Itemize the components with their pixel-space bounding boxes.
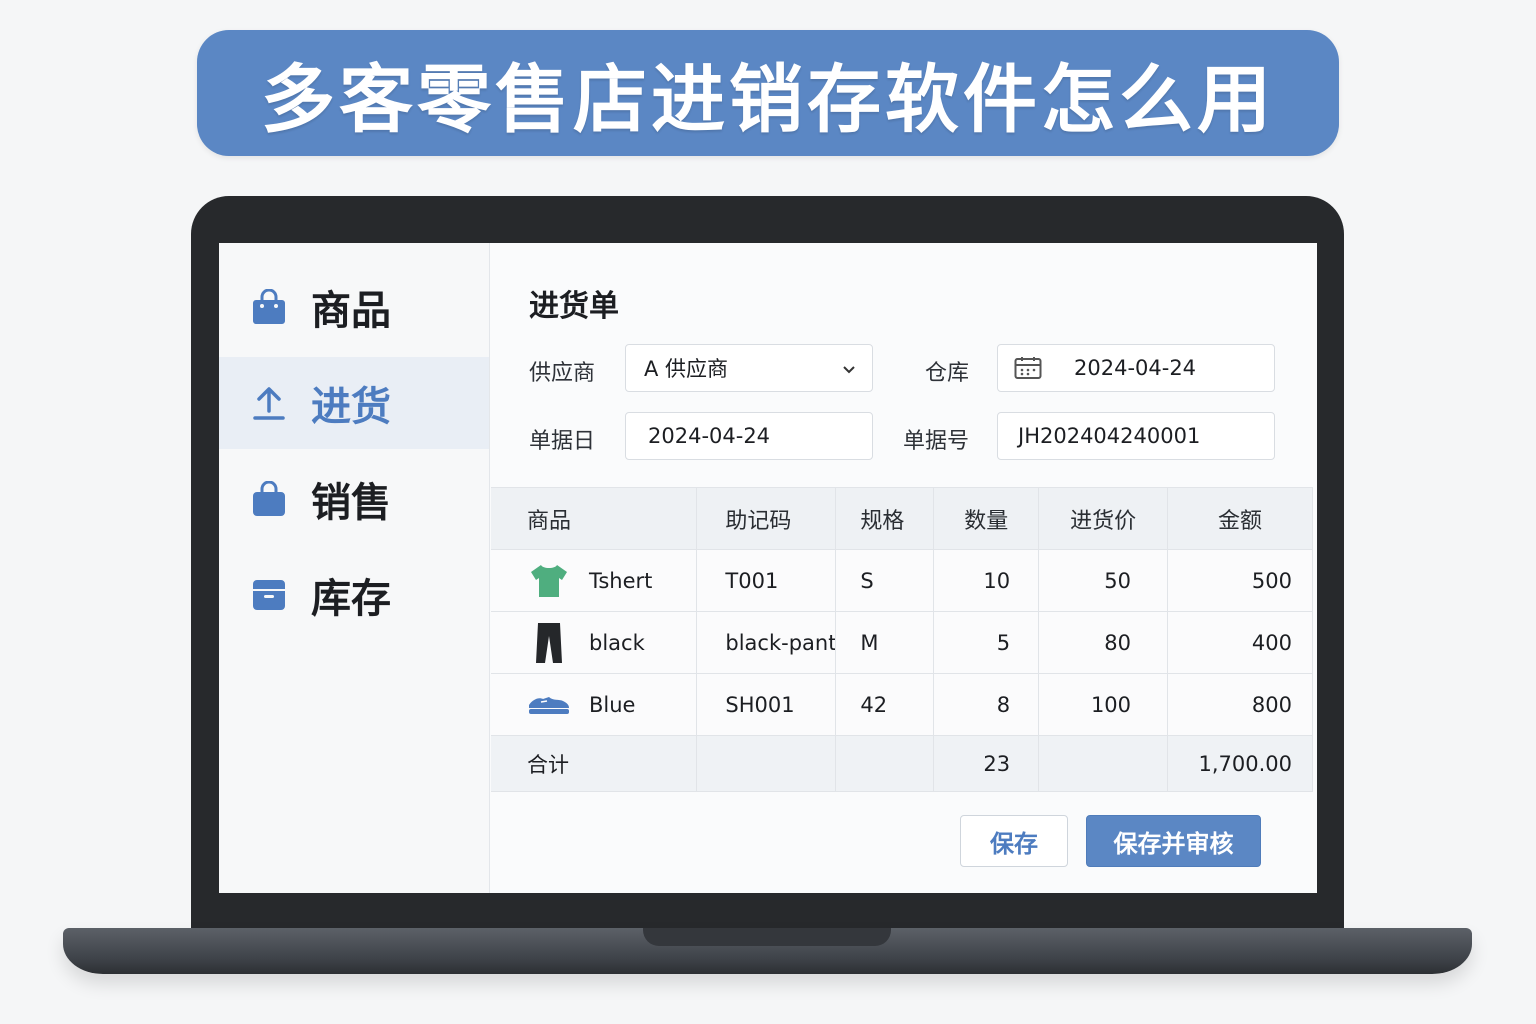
save-button[interactable]: 保存	[960, 815, 1068, 867]
doc-no-value: JH202404240001	[1018, 424, 1201, 448]
total-row: 合计 23 1,700.00	[491, 735, 1313, 792]
calendar-icon	[1014, 356, 1042, 380]
product-price[interactable]: 100	[1038, 673, 1169, 736]
pants-icon	[527, 622, 571, 664]
product-spec: M	[835, 611, 935, 674]
total-label: 合计	[491, 735, 698, 792]
date-label: 单据日	[529, 429, 596, 454]
archive-box-icon	[251, 577, 287, 613]
shoe-icon	[527, 693, 571, 717]
product-name: Blue	[589, 692, 636, 717]
product-amount: 800	[1167, 673, 1313, 736]
shopping-bag-icon	[251, 289, 287, 325]
column-header-price[interactable]: 进货价	[1038, 487, 1169, 550]
chevron-down-icon	[842, 359, 856, 383]
total-empty-cell	[696, 735, 837, 792]
product-name: Tshert	[589, 568, 653, 593]
main-panel: 进货单 供应商 A 供应商 仓库 2024-04-24 单据日 2024-04-…	[491, 243, 1317, 893]
purchase-table: 商品 助记码 规格 数量 进货价 金额 Tshert T001 S 10 50 …	[491, 487, 1313, 792]
sidebar: 商品 进货 销售 库存	[219, 243, 490, 893]
product-spec: S	[835, 549, 935, 612]
product-price[interactable]: 50	[1038, 549, 1169, 612]
warehouse-label: 仓库	[925, 361, 970, 386]
column-header-qty[interactable]: 数量	[933, 487, 1040, 550]
product-spec: 42	[835, 673, 935, 736]
supplier-select-value: A 供应商	[644, 357, 729, 381]
sidebar-item-label: 库存	[311, 576, 391, 622]
total-amount: 1,700.00	[1167, 735, 1313, 792]
sidebar-item-inventory[interactable]: 库存	[219, 549, 489, 641]
sidebar-item-label: 进货	[311, 384, 391, 430]
table-header-row: 商品 助记码 规格 数量 进货价 金额	[491, 487, 1313, 550]
sidebar-item-sales[interactable]: 销售	[219, 453, 489, 545]
date-value: 2024-04-24	[648, 424, 771, 448]
sidebar-item-purchase[interactable]: 进货	[219, 357, 489, 449]
product-qty[interactable]: 10	[933, 549, 1040, 612]
laptop-notch	[643, 928, 891, 946]
supplier-label: 供应商	[529, 361, 596, 386]
page-title: 进货单	[529, 289, 619, 324]
column-header-spec[interactable]: 规格	[835, 487, 935, 550]
sidebar-item-products[interactable]: 商品	[219, 261, 489, 353]
table-row[interactable]: Blue SH001 42 8 100 800	[491, 673, 1313, 736]
save-and-audit-button[interactable]: 保存并审核	[1086, 815, 1261, 867]
supplier-select[interactable]: A 供应商	[625, 344, 873, 392]
column-header-code[interactable]: 助记码	[696, 487, 837, 550]
doc-no-field[interactable]: JH202404240001	[997, 412, 1275, 460]
column-header-amount[interactable]: 金额	[1167, 487, 1313, 550]
product-code: black-pants	[696, 611, 837, 674]
app-screen: 商品 进货 销售 库存 进货单 供应商 A 供应商 仓库 2024-04-24 …	[219, 243, 1317, 893]
column-header-product[interactable]: 商品	[491, 487, 698, 550]
product-price[interactable]: 80	[1038, 611, 1169, 674]
banner-title: 多客零售店进销存软件怎么用	[261, 56, 1275, 143]
product-amount: 400	[1167, 611, 1313, 674]
doc-no-label: 单据号	[903, 429, 970, 454]
warehouse-field[interactable]: 2024-04-24	[997, 344, 1275, 392]
product-code: T001	[696, 549, 837, 612]
product-amount: 500	[1167, 549, 1313, 612]
total-empty-cell	[1038, 735, 1169, 792]
product-name: black	[589, 630, 645, 655]
table-row[interactable]: Tshert T001 S 10 50 500	[491, 549, 1313, 612]
upload-icon	[251, 385, 287, 421]
product-qty[interactable]: 5	[933, 611, 1040, 674]
product-code: SH001	[696, 673, 837, 736]
bag-icon	[251, 481, 287, 517]
date-field[interactable]: 2024-04-24	[625, 412, 873, 460]
product-qty[interactable]: 8	[933, 673, 1040, 736]
total-empty-cell	[835, 735, 935, 792]
warehouse-value: 2024-04-24	[1074, 356, 1197, 380]
title-banner: 多客零售店进销存软件怎么用	[197, 30, 1339, 156]
sidebar-item-label: 商品	[311, 288, 391, 334]
table-row[interactable]: black black-pants M 5 80 400	[491, 611, 1313, 674]
sidebar-item-label: 销售	[311, 480, 391, 526]
total-qty: 23	[933, 735, 1040, 792]
tshirt-icon	[527, 563, 571, 599]
